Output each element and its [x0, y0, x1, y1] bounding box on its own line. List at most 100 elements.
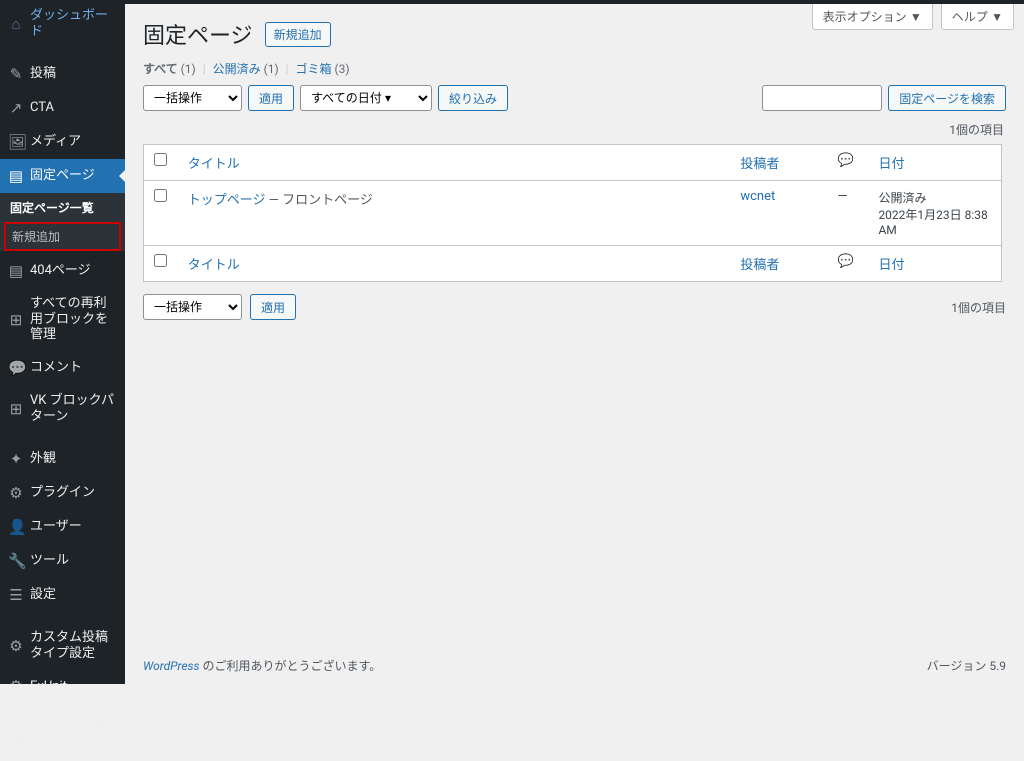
sidebar-item-label: ダッシュボード: [30, 8, 117, 39]
admin-sidebar: ⌂ ダッシュボード ✎ 投稿 ↗ CTA 🖼 メディア ▤ 固定ページ 固定ページ一覧 新…: [0, 0, 125, 684]
sidebar-submenu: 固定ページ一覧 新規追加: [0, 193, 125, 251]
row-comments: —: [828, 181, 869, 246]
filter-button[interactable]: 絞り込み: [438, 85, 508, 111]
version-label: バージョン 5.9: [927, 657, 1006, 674]
comments-icon: 💬: [838, 254, 854, 269]
row-title-suffix: — フロントページ: [266, 193, 373, 208]
col-date-footer[interactable]: 日付: [878, 258, 904, 273]
media-icon: 🖼: [8, 133, 24, 151]
gear-icon: ⚙: [8, 677, 24, 695]
sidebar-item-plugins[interactable]: ⚙ プラグイン: [0, 476, 125, 510]
admin-footer: WordPress のご利用ありがとうございます。 バージョン 5.9: [125, 647, 1024, 684]
sidebar-item-media[interactable]: 🖼 メディア: [0, 125, 125, 159]
bulk-action-select-bottom[interactable]: 一括操作: [143, 294, 242, 320]
screen-options-bar: 表示オプション ▼ ヘルプ ▼: [812, 4, 1014, 30]
sidebar-item-label: 固定ページ: [30, 168, 117, 184]
sidebar-item-label: ユーザー: [30, 519, 117, 535]
sidebar-item-appearance[interactable]: ✦ 外観: [0, 442, 125, 476]
comments-icon: 💬: [838, 153, 854, 168]
sidebar-item-label: メニューを閉じる: [30, 721, 117, 752]
select-all-bottom-checkbox[interactable]: [154, 254, 167, 267]
sidebar-item-posts[interactable]: ✎ 投稿: [0, 57, 125, 91]
filter-trash[interactable]: ゴミ箱: [296, 62, 332, 76]
sidebar-item-label: ExUnit: [30, 679, 117, 695]
add-new-button[interactable]: 新規追加: [265, 22, 331, 47]
main-content: 表示オプション ▼ ヘルプ ▼ 固定ページ 新規追加 すべて (1) | 公開済…: [125, 4, 1024, 684]
user-icon: 👤: [8, 518, 24, 536]
row-author-link[interactable]: wcnet: [740, 189, 775, 204]
col-title-footer[interactable]: タイトル: [188, 258, 240, 273]
filter-all-count: (1): [181, 62, 196, 76]
sidebar-item-dashboard[interactable]: ⌂ ダッシュボード: [0, 0, 125, 47]
row-checkbox[interactable]: [154, 189, 167, 202]
search-button[interactable]: 固定ページを検索: [888, 85, 1006, 111]
page-icon: ▤: [8, 167, 24, 185]
settings-icon: ☰: [8, 586, 24, 604]
sidebar-item-label: VK ブロックパターン: [30, 393, 117, 424]
sidebar-subitem-page-list[interactable]: 固定ページ一覧: [0, 193, 125, 222]
sidebar-item-404[interactable]: ▤ 404ページ: [0, 254, 125, 288]
select-all-top-checkbox[interactable]: [154, 153, 167, 166]
sidebar-item-users[interactable]: 👤 ユーザー: [0, 510, 125, 544]
col-author-footer: 投稿者: [730, 246, 827, 282]
filter-published-count: (1): [264, 62, 279, 76]
col-title-header[interactable]: タイトル: [188, 157, 240, 172]
footer-thanks: のご利用ありがとうございます。: [200, 659, 382, 673]
pin-icon: ✎: [8, 65, 24, 83]
sidebar-item-reusable-blocks[interactable]: ⊞ すべての再利用ブロックを管理: [0, 288, 125, 351]
row-title-link[interactable]: トップページ: [188, 193, 266, 208]
sidebar-item-tools[interactable]: 🔧 ツール: [0, 544, 125, 578]
plugin-icon: ⚙: [8, 484, 24, 502]
help-button[interactable]: ヘルプ ▼: [941, 4, 1014, 30]
sidebar-item-label: 投稿: [30, 66, 117, 82]
patterns-icon: ⊞: [8, 400, 24, 418]
col-author-header: 投稿者: [730, 145, 827, 181]
filter-all[interactable]: すべて: [143, 62, 178, 76]
table-row: トップページ — フロントページ wcnet — 公開済み2022年1月23日 …: [144, 181, 1002, 246]
collapse-icon: ◀: [8, 728, 24, 746]
blocks-icon: ⊞: [8, 311, 24, 329]
comment-icon: 💬: [8, 359, 24, 377]
sidebar-item-label: 設定: [30, 587, 117, 603]
sidebar-item-label: 外観: [30, 451, 117, 467]
sidebar-item-label: ツール: [30, 553, 117, 569]
appearance-icon: ✦: [8, 450, 24, 468]
bulk-apply-button-bottom[interactable]: 適用: [250, 294, 296, 320]
sidebar-item-vk-patterns[interactable]: ⊞ VK ブロックパターン: [0, 385, 125, 432]
sidebar-item-exunit[interactable]: ⚙ ExUnit: [0, 669, 125, 703]
pages-table: タイトル 投稿者 💬 日付 トップページ — フロントページ wcnet — 公…: [143, 144, 1002, 282]
sidebar-subitem-add-new[interactable]: 新規追加: [4, 222, 121, 251]
sidebar-item-label: メディア: [30, 134, 117, 150]
items-count-bottom: 1個の項目: [951, 299, 1006, 316]
sidebar-item-label: カスタム投稿タイプ設定: [30, 630, 117, 661]
bulk-apply-button[interactable]: 適用: [248, 85, 294, 111]
sidebar-item-label: 404ページ: [30, 263, 117, 279]
filter-trash-count: (3): [335, 62, 350, 76]
display-options-button[interactable]: 表示オプション ▼: [812, 4, 933, 30]
tools-icon: 🔧: [8, 552, 24, 570]
sidebar-item-label: すべての再利用ブロックを管理: [30, 296, 117, 343]
page-icon: ▤: [8, 262, 24, 280]
sidebar-item-label: CTA: [30, 100, 117, 116]
items-count-top: 1個の項目: [125, 119, 1024, 144]
sidebar-item-settings[interactable]: ☰ 設定: [0, 578, 125, 612]
page-title: 固定ページ: [143, 18, 253, 50]
sidebar-item-comments[interactable]: 💬 コメント: [0, 351, 125, 385]
sidebar-item-label: コメント: [30, 360, 117, 376]
row-date: 公開済み2022年1月23日 8:38 AM: [868, 181, 1001, 246]
gear-icon: ⚙: [8, 637, 24, 655]
search-input[interactable]: [762, 85, 882, 111]
date-filter-select[interactable]: すべての日付 ▾: [300, 85, 432, 111]
filter-published[interactable]: 公開済み: [213, 62, 261, 76]
status-filters: すべて (1) | 公開済み (1) | ゴミ箱 (3): [125, 60, 1024, 85]
sidebar-item-collapse[interactable]: ◀ メニューを閉じる: [0, 713, 125, 760]
wordpress-link[interactable]: WordPress: [143, 659, 200, 673]
sidebar-item-cpt-settings[interactable]: ⚙ カスタム投稿タイプ設定: [0, 622, 125, 669]
sidebar-item-label: プラグイン: [30, 485, 117, 501]
sidebar-item-pages[interactable]: ▤ 固定ページ: [0, 159, 125, 193]
bulk-action-select[interactable]: 一括操作: [143, 85, 242, 111]
dashboard-icon: ⌂: [8, 15, 24, 33]
cta-icon: ↗: [8, 99, 24, 117]
sidebar-item-cta[interactable]: ↗ CTA: [0, 91, 125, 125]
col-date-header[interactable]: 日付: [878, 157, 904, 172]
